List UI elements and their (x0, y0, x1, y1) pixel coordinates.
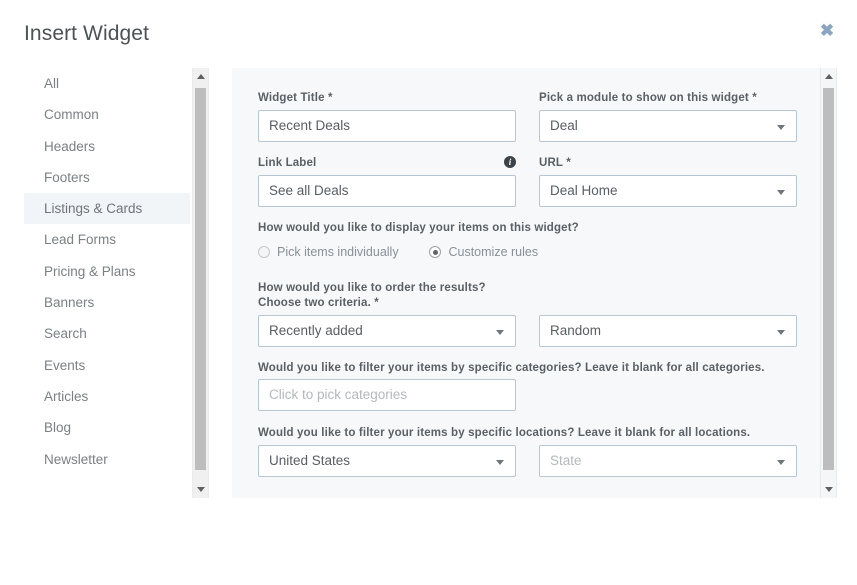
sidebar-item-lead-forms[interactable]: Lead Forms (24, 224, 190, 255)
form-panel-scrollbar[interactable] (820, 68, 837, 498)
chevron-down-icon (777, 125, 785, 130)
chevron-down-icon[interactable] (193, 481, 208, 498)
widget-title-input[interactable]: Recent Deals (258, 110, 516, 142)
radio-mark-icon (258, 246, 270, 258)
chevron-down-icon (777, 330, 785, 335)
insert-widget-modal: Insert Widget ✖ All Common Headers Foote… (0, 0, 857, 585)
url-select[interactable]: Deal Home (539, 175, 797, 207)
order-primary-select[interactable]: Recently added (258, 315, 516, 347)
page-title: Insert Widget (24, 22, 149, 46)
sidebar-item-newsletter[interactable]: Newsletter (24, 444, 190, 475)
chevron-down-icon (777, 190, 785, 195)
sidebar-item-headers[interactable]: Headers (24, 131, 190, 162)
widget-title-label: Widget Title * (258, 92, 333, 104)
radio-customize-rules[interactable]: Customize rules (429, 245, 538, 259)
chevron-down-icon[interactable] (821, 481, 836, 498)
modal-header: Insert Widget ✖ (0, 0, 857, 68)
order-results-label: How would you like to order the results?… (258, 281, 508, 311)
categories-filter-label: Would you like to filter your items by s… (258, 362, 765, 374)
radio-mark-icon (429, 246, 441, 258)
country-select[interactable]: United States (258, 445, 516, 477)
radio-customize-rules-label: Customize rules (448, 245, 538, 259)
sidebar-item-footers[interactable]: Footers (24, 162, 190, 193)
sidebar-item-banners[interactable]: Banners (24, 287, 190, 318)
chevron-down-icon (496, 330, 504, 335)
sidebar-item-pricing-and-plans[interactable]: Pricing & Plans (24, 256, 190, 287)
link-label-input[interactable]: See all Deals (258, 175, 516, 207)
country-select-value: United States (269, 453, 350, 468)
display-items-radio-group[interactable]: Pick items individually Customize rules (258, 245, 538, 263)
sidebar-item-events[interactable]: Events (24, 350, 190, 381)
link-label-label: Link Label (258, 157, 316, 169)
chevron-down-icon (496, 460, 504, 465)
modal-footer: Cancel Save Widget (0, 498, 857, 585)
sidebar-scrollbar-thumb[interactable] (195, 88, 206, 470)
chevron-up-icon[interactable] (193, 68, 208, 85)
info-icon[interactable]: i (504, 156, 516, 168)
display-items-label: How would you like to display your items… (258, 222, 579, 234)
radio-pick-items-individually[interactable]: Pick items individually (258, 245, 399, 259)
sidebar-item-blog[interactable]: Blog (24, 412, 190, 443)
order-primary-value: Recently added (269, 323, 363, 338)
category-sidebar[interactable]: All Common Headers Footers Listings & Ca… (24, 68, 190, 498)
module-label: Pick a module to show on this widget * (539, 92, 757, 104)
widget-settings-form: Widget Title * Recent Deals Pick a modul… (232, 68, 820, 498)
radio-pick-items-individually-label: Pick items individually (277, 245, 399, 259)
state-select-value: State (550, 453, 582, 468)
order-secondary-select[interactable]: Random (539, 315, 797, 347)
sidebar-item-all[interactable]: All (24, 68, 190, 99)
state-select[interactable]: State (539, 445, 797, 477)
sidebar-item-common[interactable]: Common (24, 99, 190, 130)
sidebar-item-search[interactable]: Search (24, 318, 190, 349)
sidebar-scrollbar[interactable] (192, 68, 209, 498)
chevron-down-icon (777, 460, 785, 465)
form-panel-scrollbar-thumb[interactable] (823, 88, 834, 470)
sidebar-item-articles[interactable]: Articles (24, 381, 190, 412)
module-select-value: Deal (550, 118, 578, 133)
chevron-up-icon[interactable] (821, 68, 836, 85)
locations-filter-label: Would you like to filter your items by s… (258, 427, 750, 439)
url-select-value: Deal Home (550, 183, 618, 198)
url-label: URL * (539, 157, 571, 169)
categories-input[interactable]: Click to pick categories (258, 379, 516, 411)
sidebar-item-listings-and-cards[interactable]: Listings & Cards (24, 193, 190, 224)
module-select[interactable]: Deal (539, 110, 797, 142)
close-icon[interactable]: ✖ (815, 19, 839, 43)
order-secondary-value: Random (550, 323, 601, 338)
